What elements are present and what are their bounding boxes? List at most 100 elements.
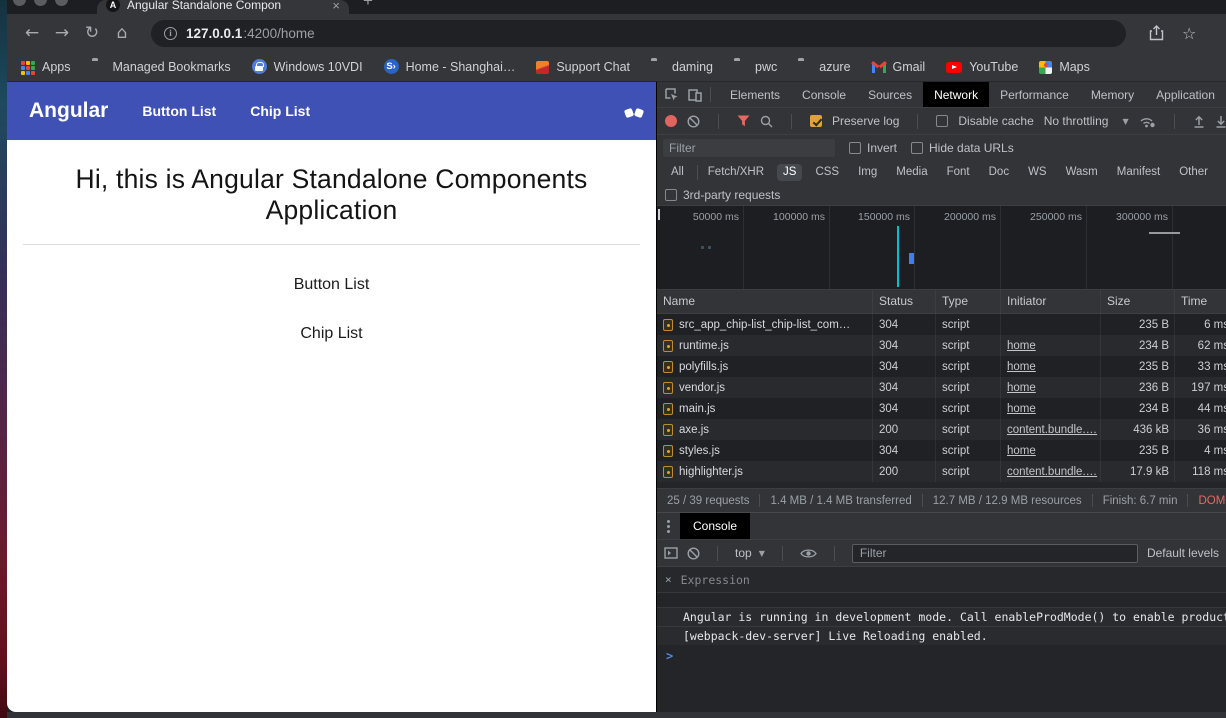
tab-close-icon[interactable]: × bbox=[332, 0, 340, 13]
table-row[interactable]: polyfills.js 304 script home 235 B 33 ms bbox=[657, 356, 1226, 377]
address-bar[interactable]: i 127.0.0.1 :4200/home bbox=[151, 20, 1126, 47]
type-filter-js[interactable]: JS bbox=[777, 164, 802, 181]
chip-list-link[interactable]: Chip List bbox=[7, 325, 656, 343]
tab-memory[interactable]: Memory bbox=[1080, 82, 1145, 108]
more-tools-icon[interactable] bbox=[667, 520, 670, 533]
column-header-type[interactable]: Type bbox=[936, 290, 1001, 313]
bookmark-folder-pwc[interactable]: pwc bbox=[734, 60, 777, 74]
console-message[interactable]: Angular is running in development mode. … bbox=[657, 607, 1226, 626]
network-filter-input[interactable] bbox=[663, 139, 835, 157]
column-header-time[interactable]: Time bbox=[1175, 290, 1226, 313]
device-toolbar-icon[interactable] bbox=[688, 88, 702, 102]
log-levels-dropdown[interactable]: Default levels bbox=[1147, 546, 1219, 560]
hide-data-urls-option[interactable]: Hide data URLs bbox=[911, 141, 1014, 155]
column-header-size[interactable]: Size bbox=[1101, 290, 1175, 313]
bookmark-folder-azure[interactable]: azure bbox=[798, 60, 850, 74]
nav-chip-list[interactable]: Chip List bbox=[250, 103, 310, 119]
tab-performance[interactable]: Performance bbox=[989, 82, 1080, 108]
bookmark-folder-daming[interactable]: daming bbox=[651, 60, 713, 74]
nav-button-list[interactable]: Button List bbox=[142, 103, 216, 119]
live-expression-bar[interactable]: × Expression bbox=[657, 567, 1226, 593]
bookmark-star-icon[interactable]: ☆ bbox=[1182, 24, 1196, 43]
type-filter-fetch-xhr[interactable]: Fetch/XHR bbox=[702, 164, 770, 181]
clear-console-icon[interactable] bbox=[687, 547, 700, 560]
initiator-link[interactable]: content.bundle.… bbox=[1007, 466, 1097, 478]
table-row[interactable]: main.js 304 script home 234 B 44 ms bbox=[657, 398, 1226, 419]
inspect-element-icon[interactable] bbox=[665, 88, 679, 102]
bookmark-gmail[interactable]: Gmail bbox=[872, 60, 926, 74]
console-sidebar-toggle-icon[interactable] bbox=[664, 547, 678, 559]
eye-icon[interactable] bbox=[800, 548, 817, 559]
filter-icon[interactable] bbox=[737, 115, 750, 127]
type-filter-all[interactable]: All bbox=[665, 164, 690, 181]
initiator-link[interactable]: home bbox=[1007, 361, 1036, 373]
tab-application[interactable]: Application bbox=[1145, 82, 1226, 108]
tab-console[interactable]: Console bbox=[791, 82, 857, 108]
table-row[interactable]: src_app_chip-list_chip-list_com… 304 scr… bbox=[657, 314, 1226, 335]
close-icon[interactable]: × bbox=[665, 573, 672, 586]
new-tab-button[interactable]: + bbox=[363, 0, 373, 11]
close-window-button[interactable] bbox=[13, 0, 26, 6]
hide-data-urls-checkbox[interactable] bbox=[911, 142, 923, 154]
table-row[interactable]: vendor.js 304 script home 236 B 197 ms bbox=[657, 377, 1226, 398]
type-filter-css[interactable]: CSS bbox=[809, 164, 845, 181]
third-party-checkbox[interactable] bbox=[665, 189, 677, 201]
type-filter-other[interactable]: Other bbox=[1173, 164, 1214, 181]
type-filter-manifest[interactable]: Manifest bbox=[1111, 164, 1166, 181]
column-header-name[interactable]: Name bbox=[657, 290, 873, 313]
preserve-log-checkbox[interactable] bbox=[810, 115, 822, 127]
type-filter-ws[interactable]: WS bbox=[1022, 164, 1053, 181]
forward-button[interactable]: → bbox=[47, 23, 77, 43]
table-row[interactable]: styles.js 304 script home 235 B 4 ms bbox=[657, 440, 1226, 461]
zoom-window-button[interactable] bbox=[55, 0, 68, 6]
column-header-status[interactable]: Status bbox=[873, 290, 936, 313]
bookmark-home-shanghai[interactable]: S› Home - Shanghai… bbox=[384, 59, 516, 74]
type-filter-media[interactable]: Media bbox=[890, 164, 933, 181]
table-row[interactable]: highlighter.js 200 script content.bundle… bbox=[657, 461, 1226, 482]
drawer-tab-console[interactable]: Console bbox=[680, 513, 750, 540]
context-selector[interactable]: top bbox=[735, 546, 752, 560]
bookmark-windows-10vdi[interactable]: Windows 10VDI bbox=[252, 59, 363, 74]
table-row[interactable]: axe.js 200 script content.bundle.… 436 k… bbox=[657, 419, 1226, 440]
tab-network[interactable]: Network bbox=[923, 82, 989, 108]
reload-button[interactable]: ↻ bbox=[77, 23, 107, 43]
minimize-window-button[interactable] bbox=[34, 0, 47, 6]
preserve-log-label[interactable]: Preserve log bbox=[832, 114, 899, 128]
bookmark-youtube[interactable]: YouTube bbox=[946, 60, 1018, 74]
type-filter-img[interactable]: Img bbox=[852, 164, 883, 181]
traffic-lights[interactable] bbox=[13, 0, 68, 6]
disable-cache-label[interactable]: Disable cache bbox=[958, 114, 1033, 128]
initiator-link[interactable]: home bbox=[1007, 382, 1036, 394]
console-filter-input[interactable] bbox=[852, 544, 1138, 563]
console-prompt[interactable]: > bbox=[657, 645, 1226, 666]
bookmark-managed-bookmarks[interactable]: Managed Bookmarks bbox=[92, 60, 231, 74]
initiator-link[interactable]: home bbox=[1007, 403, 1036, 415]
button-list-link[interactable]: Button List bbox=[7, 276, 656, 294]
bookmark-support-chat[interactable]: Support Chat bbox=[536, 60, 630, 74]
type-filter-font[interactable]: Font bbox=[941, 164, 976, 181]
invert-option[interactable]: Invert bbox=[849, 141, 897, 155]
record-network-log-icon[interactable] bbox=[665, 115, 677, 127]
network-overview-timeline[interactable]: 50000 ms 100000 ms 150000 ms 200000 ms 2… bbox=[657, 206, 1226, 290]
browser-tab[interactable]: A Angular Standalone Compon × bbox=[97, 0, 349, 14]
initiator-link[interactable]: home bbox=[1007, 445, 1036, 457]
export-har-icon[interactable] bbox=[1215, 115, 1226, 128]
console-message[interactable]: [webpack-dev-server] Live Reloading enab… bbox=[657, 626, 1226, 645]
tab-elements[interactable]: Elements bbox=[719, 82, 791, 108]
disable-cache-checkbox[interactable] bbox=[936, 115, 948, 127]
home-button[interactable]: ⌂ bbox=[107, 23, 137, 43]
network-conditions-icon[interactable] bbox=[1139, 115, 1156, 128]
tab-sources[interactable]: Sources bbox=[857, 82, 923, 108]
back-button[interactable]: ← bbox=[17, 23, 47, 43]
throttling-dropdown[interactable]: No throttling bbox=[1044, 114, 1109, 128]
share-icon[interactable] bbox=[1149, 25, 1164, 41]
initiator-link[interactable]: home bbox=[1007, 340, 1036, 352]
type-filter-doc[interactable]: Doc bbox=[983, 164, 1015, 181]
bookmark-apps[interactable]: Apps bbox=[21, 60, 71, 74]
type-filter-wasm[interactable]: Wasm bbox=[1060, 164, 1104, 181]
table-row[interactable]: runtime.js 304 script home 234 B 62 ms bbox=[657, 335, 1226, 356]
initiator-link[interactable]: content.bundle.… bbox=[1007, 424, 1097, 436]
import-har-icon[interactable] bbox=[1193, 115, 1205, 128]
clear-network-log-icon[interactable] bbox=[687, 115, 700, 128]
bookmark-maps[interactable]: Maps bbox=[1039, 60, 1090, 74]
